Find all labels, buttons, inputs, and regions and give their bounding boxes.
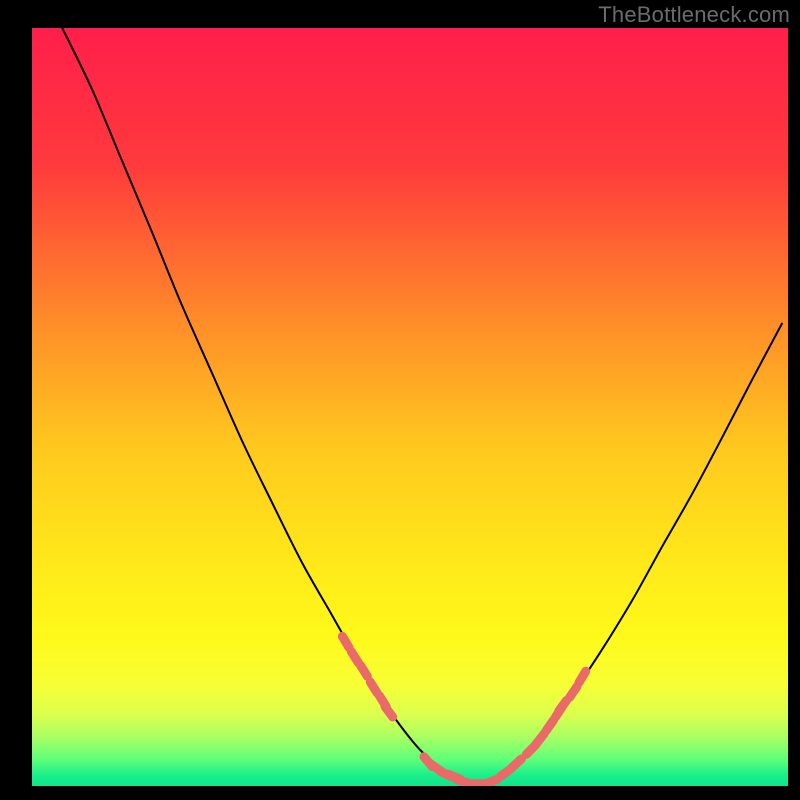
watermark-text: TheBottleneck.com [598, 2, 790, 28]
highlight-dash [342, 636, 349, 647]
highlight-dash [579, 671, 586, 682]
highlight-dash [370, 682, 377, 693]
chart-stage: TheBottleneck.com [0, 0, 800, 800]
highlight-dash [536, 734, 544, 744]
highlight-dash [385, 707, 393, 717]
bottleneck-curve [32, 28, 788, 786]
curve-path [62, 28, 782, 784]
highlight-dash [351, 652, 358, 663]
plot-area [32, 28, 788, 786]
highlight-dash [570, 687, 577, 698]
highlight-dash [559, 700, 567, 711]
highlight-dash [546, 720, 553, 731]
highlight-dash [512, 759, 522, 768]
highlight-dash [486, 779, 498, 784]
highlight-dash [360, 665, 367, 676]
